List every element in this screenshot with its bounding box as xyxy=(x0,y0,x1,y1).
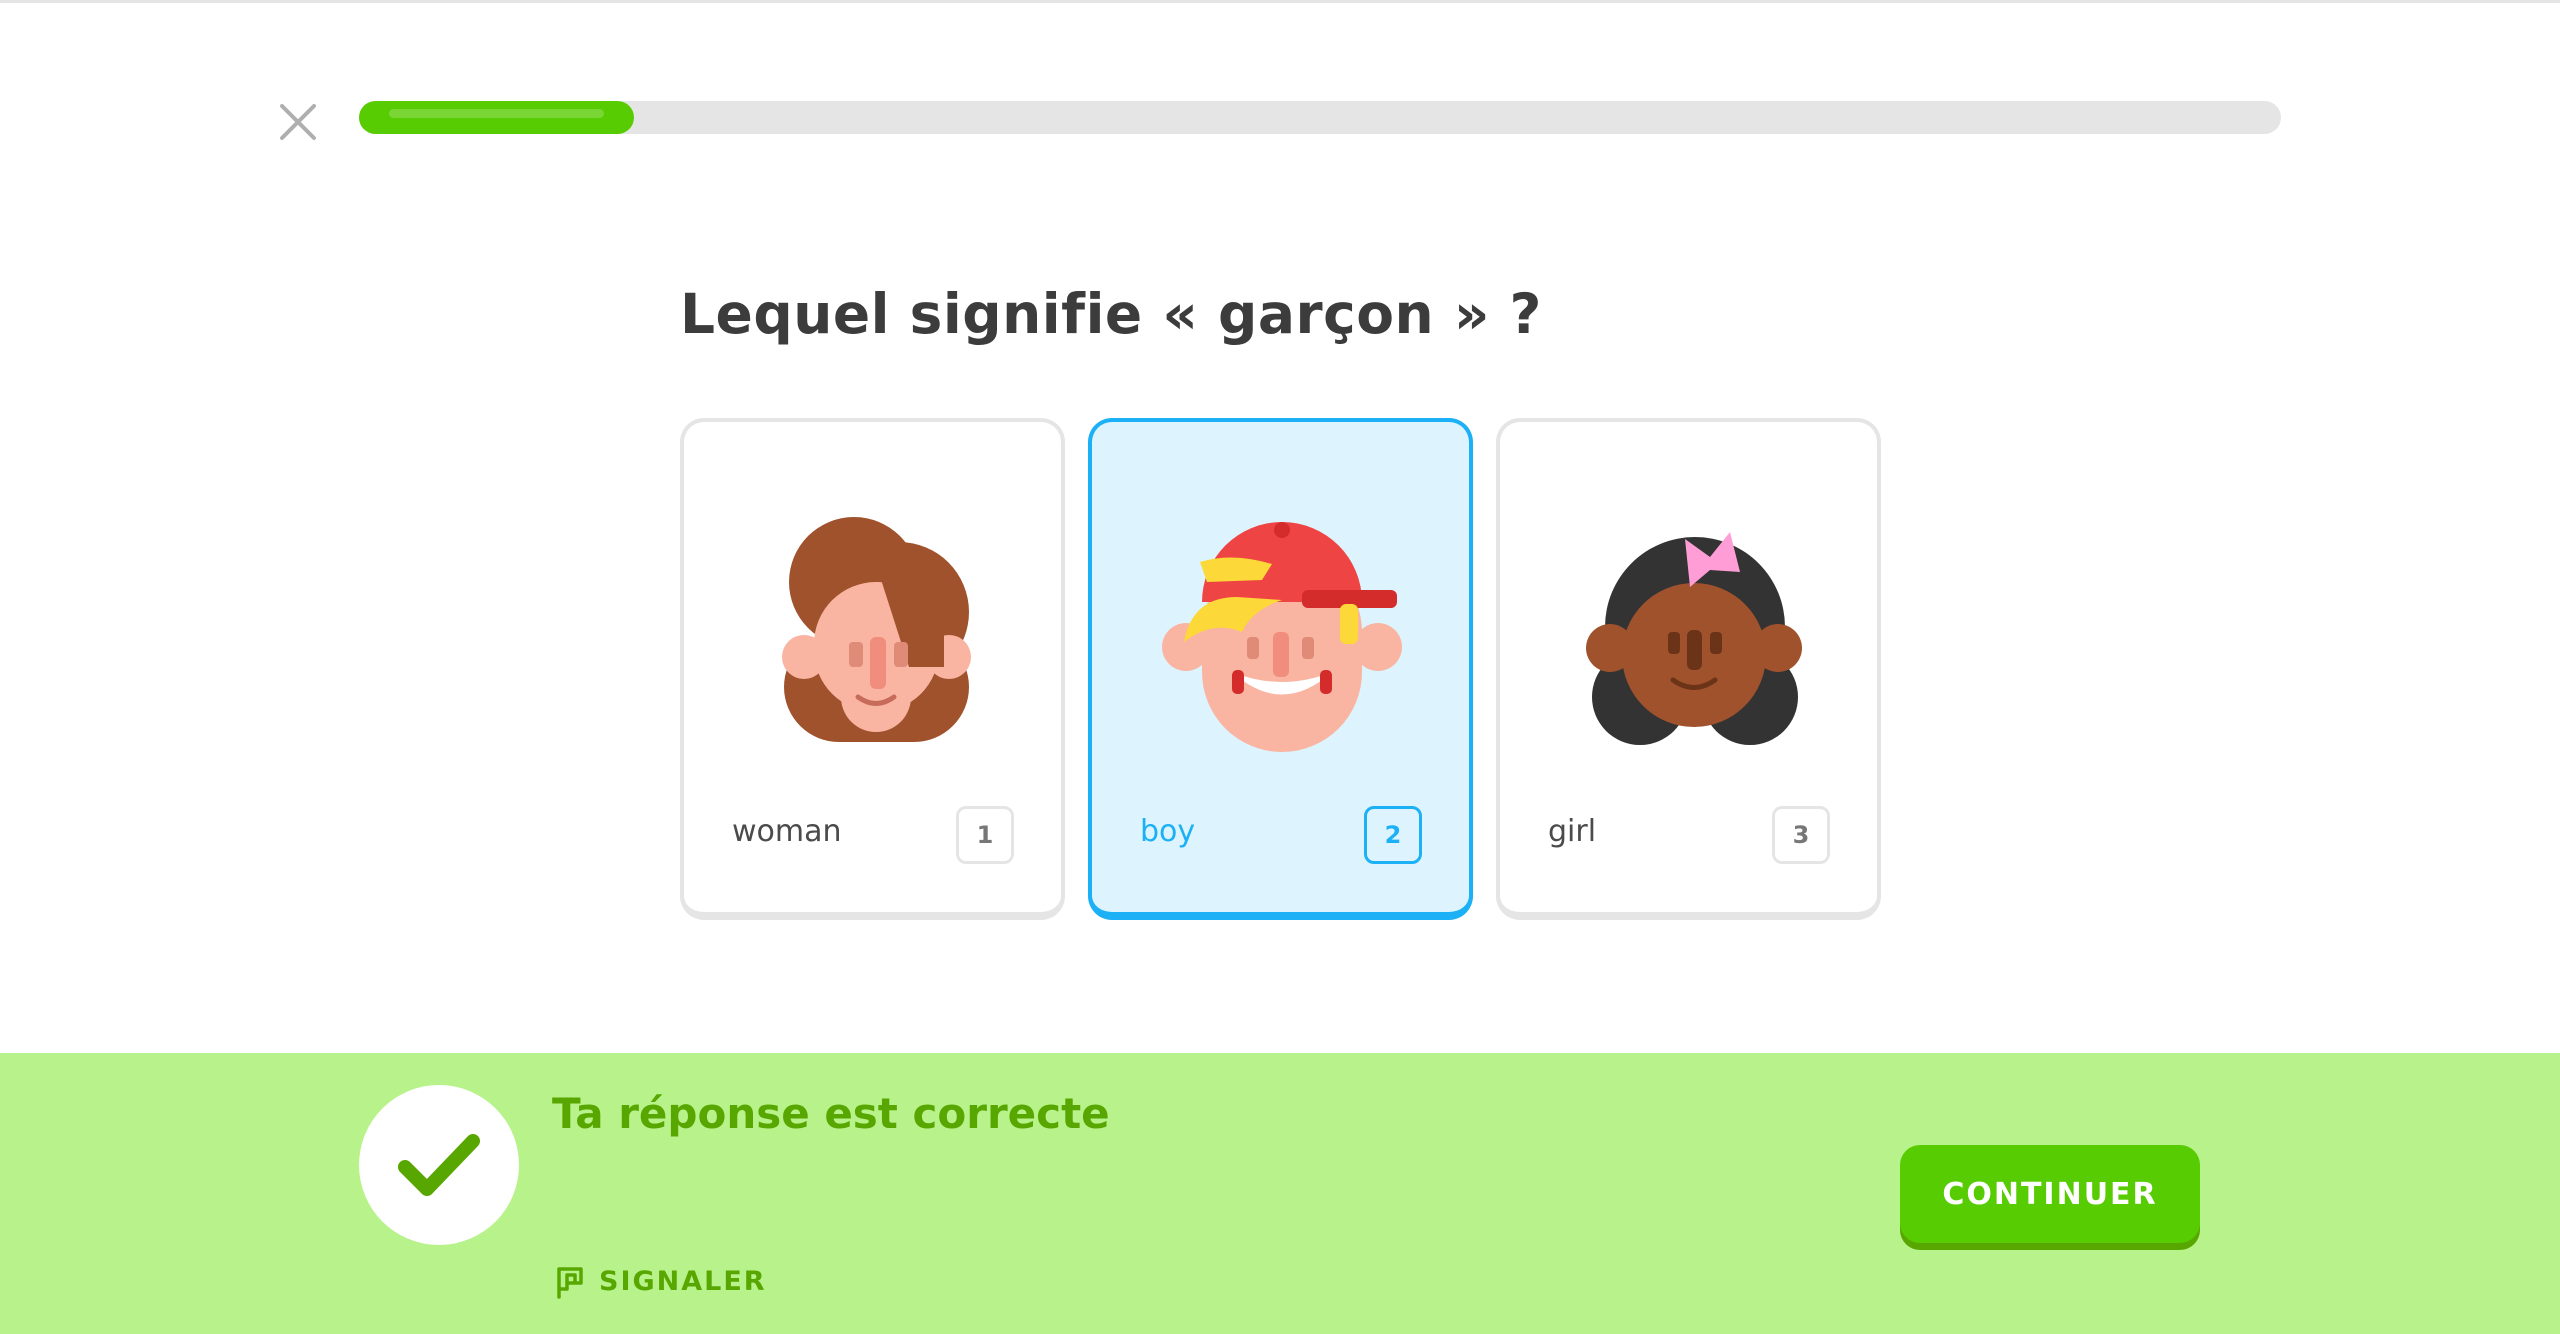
choice-list: woman 1 boy 2 girl 3 xyxy=(680,418,1881,920)
choice-label: boy xyxy=(1140,814,1196,849)
girl-face-icon xyxy=(1586,532,1802,745)
close-button[interactable] xyxy=(276,100,320,144)
keyboard-shortcut-badge: 2 xyxy=(1364,806,1422,864)
close-icon xyxy=(280,104,316,140)
report-button[interactable]: SIGNALER xyxy=(553,1261,767,1301)
keyboard-shortcut-badge: 3 xyxy=(1772,806,1830,864)
woman-face-icon xyxy=(782,517,971,742)
choice-label: girl xyxy=(1548,814,1597,849)
progress-bar-fill xyxy=(359,101,634,134)
continue-button[interactable]: CONTINUER xyxy=(1900,1145,2200,1243)
top-divider xyxy=(0,0,2560,3)
success-badge xyxy=(359,1085,519,1245)
choice-card-boy[interactable]: boy 2 xyxy=(1088,418,1473,920)
keyboard-shortcut-badge: 1 xyxy=(956,806,1014,864)
boy-face-icon xyxy=(1162,522,1402,752)
choice-card-woman[interactable]: woman 1 xyxy=(680,418,1065,920)
progress-bar xyxy=(359,101,2281,134)
report-label: SIGNALER xyxy=(599,1265,767,1297)
feedback-footer: Ta réponse est correcte SIGNALER CONTINU… xyxy=(0,1053,2560,1334)
feedback-title: Ta réponse est correcte xyxy=(552,1089,1110,1138)
progress-bar-highlight xyxy=(389,109,604,118)
flag-icon xyxy=(557,1267,583,1299)
check-icon xyxy=(398,1134,480,1196)
choice-label: woman xyxy=(732,814,842,849)
choice-card-girl[interactable]: girl 3 xyxy=(1496,418,1881,920)
question-title: Lequel signifie « garçon » ? xyxy=(680,282,1542,346)
